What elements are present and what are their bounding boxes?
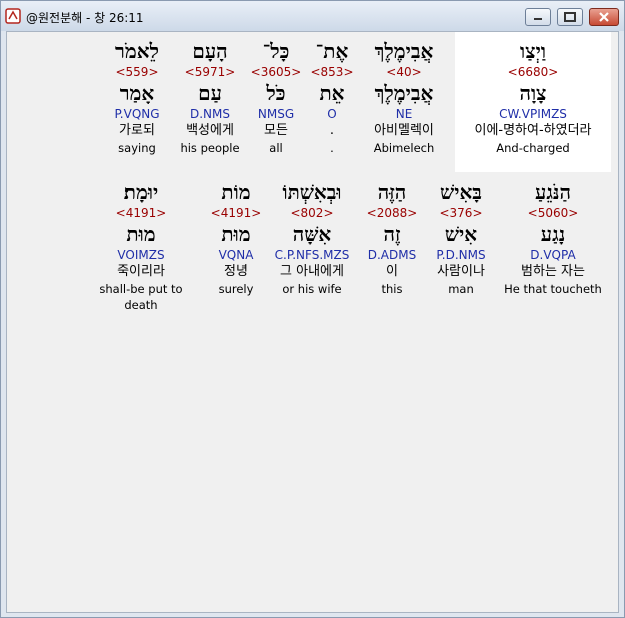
parse-code: VOIMZS [117,248,165,262]
parse-code: CW.VPIMZS [499,107,567,121]
parse-code: P.VQNG [114,107,160,121]
word-analysis-panel: וַיְצַו <6680> צָוָה CW.VPIMZS 이에-명하여-하였… [6,31,619,613]
title-bar[interactable]: @원전분해 - 창 26:11 [1,1,624,31]
word-column[interactable]: יוּמָת׃ <4191> מוּת VOIMZS 죽이리라 shall-be… [81,179,201,312]
hebrew-word: יוּמָת׃ [123,180,159,204]
hebrew-word: לֵאמֹר [115,39,159,63]
korean-gloss: 가로되 [119,123,155,138]
hebrew-word: וַיְצַו [520,39,546,63]
korean-gloss: 죽이리라 [117,264,165,279]
maximize-button[interactable] [557,8,583,26]
english-gloss: And-charged [496,141,570,155]
strong-number: <4191> [115,206,167,220]
english-gloss: saying [118,141,156,155]
maximize-icon [564,12,576,22]
korean-gloss: 이에-명하여-하였더라 [474,123,592,138]
strong-number: <559> [115,65,159,79]
close-icon [599,12,609,22]
minimize-icon [534,18,542,20]
hebrew-lemma: אָמַר [119,81,155,105]
word-column[interactable]: וַיְצַו <6680> צָוָה CW.VPIMZS 이에-명하여-하였… [473,38,593,156]
hebrew-lemma: מוּת [126,222,156,246]
close-button[interactable] [589,8,619,26]
english-gloss: shall-be put to death [99,282,183,312]
word-column[interactable]: לֵאמֹר <559> אָמַר P.VQNG 가로되 saying [77,38,197,156]
minimize-button[interactable] [525,8,551,26]
strong-number: <6680> [507,65,559,79]
window-title: @원전분해 - 창 26:11 [26,11,144,25]
app-window: @원전분해 - 창 26:11 וַיְצַו <6680> צָוָה CW.… [0,0,625,618]
hebrew-lemma: צָוָה [519,81,547,105]
app-icon [5,8,21,24]
